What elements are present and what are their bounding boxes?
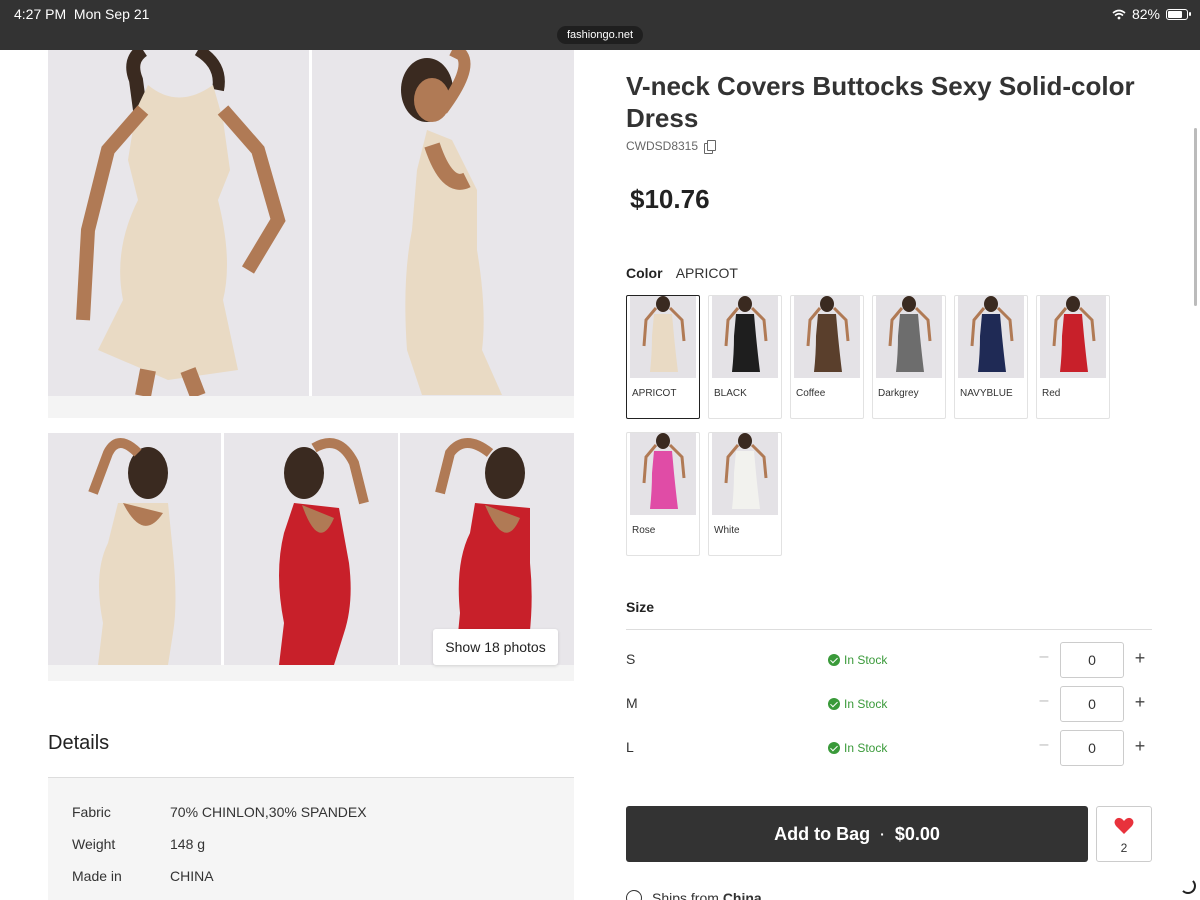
stock-text: In Stock bbox=[844, 697, 888, 711]
color-label: Color APRICOT bbox=[626, 265, 738, 281]
loading-spinner-icon bbox=[1180, 878, 1196, 894]
swatch-thumbnail bbox=[958, 296, 1024, 378]
product-price: $10.76 bbox=[630, 184, 710, 214]
clock-time: 4:27 PM bbox=[14, 6, 67, 22]
decrease-qty-button[interactable]: – bbox=[1036, 648, 1052, 668]
gallery-gap bbox=[48, 665, 574, 681]
swatch-thumbnail bbox=[1040, 296, 1106, 378]
swatch-thumbnail bbox=[630, 433, 696, 515]
increase-qty-button[interactable]: + bbox=[1130, 736, 1150, 756]
swatch-thumbnail bbox=[712, 433, 778, 515]
copy-icon[interactable] bbox=[704, 140, 717, 154]
selected-color: APRICOT bbox=[675, 265, 738, 281]
bag-total: $0.00 bbox=[894, 823, 940, 844]
increase-qty-button[interactable]: + bbox=[1130, 692, 1150, 712]
ships-from: Ships from China bbox=[626, 890, 762, 900]
ships-prefix: Ships from bbox=[652, 890, 719, 900]
check-circle-icon bbox=[828, 654, 840, 666]
color-swatch-apricot[interactable]: APRICOT bbox=[626, 295, 700, 419]
gallery-gap bbox=[48, 396, 574, 418]
wifi-icon bbox=[1112, 9, 1126, 19]
globe-icon bbox=[626, 890, 642, 900]
status-bar: 4:27 PM Mon Sep 21 82% fashiongo.net bbox=[0, 0, 1200, 50]
product-photo-back[interactable] bbox=[312, 50, 574, 396]
swatch-label: BLACK bbox=[714, 388, 747, 399]
detail-value: 148 g bbox=[170, 836, 206, 852]
check-circle-icon bbox=[828, 698, 840, 710]
status-time: 4:27 PM Mon Sep 21 bbox=[14, 6, 149, 22]
add-to-bag-label: Add to Bag bbox=[774, 823, 871, 844]
sku-text: CWDSD8315 bbox=[626, 139, 699, 153]
decrease-qty-button[interactable]: – bbox=[1036, 736, 1052, 756]
status-right: 82% bbox=[1112, 6, 1191, 22]
show-photos-button[interactable]: Show 18 photos bbox=[433, 629, 558, 665]
stock-status: In Stock bbox=[828, 653, 887, 667]
swatch-thumbnail bbox=[712, 296, 778, 378]
size-heading: Size bbox=[626, 599, 655, 615]
stock-status: In Stock bbox=[828, 741, 887, 755]
details-table: Fabric 70% CHINLON,30% SPANDEX Weight 14… bbox=[48, 777, 574, 900]
color-heading: Color bbox=[626, 265, 663, 281]
size-divider bbox=[626, 629, 1152, 630]
size-row-l: L In Stock – + bbox=[626, 730, 1152, 766]
ships-origin: China bbox=[722, 890, 762, 900]
stock-text: In Stock bbox=[844, 741, 888, 755]
swatch-label: Darkgrey bbox=[878, 388, 919, 399]
product-title: V-neck Covers Buttocks Sexy Solid-color … bbox=[626, 71, 1135, 133]
color-swatch-navyblue[interactable]: NAVYBLUE bbox=[954, 295, 1028, 419]
swatch-thumbnail bbox=[876, 296, 942, 378]
swatch-thumbnail bbox=[630, 296, 696, 378]
size-row-m: M In Stock – + bbox=[626, 686, 1152, 722]
wishlist-count: 2 bbox=[1120, 841, 1128, 855]
product-photo-side-apricot[interactable] bbox=[48, 433, 221, 665]
clock-date: Mon Sep 21 bbox=[73, 6, 150, 22]
detail-key: Fabric bbox=[72, 804, 111, 820]
color-swatch-darkgrey[interactable]: Darkgrey bbox=[872, 295, 946, 419]
size-row-s: S In Stock – + bbox=[626, 642, 1152, 678]
decrease-qty-button[interactable]: – bbox=[1036, 692, 1052, 712]
details-heading: Details bbox=[48, 732, 110, 754]
swatch-label: Red bbox=[1042, 388, 1061, 399]
wishlist-button[interactable]: 2 bbox=[1096, 806, 1152, 862]
page-scrollbar[interactable] bbox=[1194, 128, 1197, 306]
color-swatch-rose[interactable]: Rose bbox=[626, 432, 700, 556]
color-swatch-coffee[interactable]: Coffee bbox=[790, 295, 864, 419]
product-photo-red-back[interactable] bbox=[224, 433, 398, 665]
swatch-label: APRICOT bbox=[632, 388, 677, 399]
separator-dot: · bbox=[880, 826, 885, 842]
swatch-thumbnail bbox=[794, 296, 860, 378]
product-photo-front[interactable] bbox=[48, 50, 309, 396]
color-swatch-red[interactable]: Red bbox=[1036, 295, 1110, 419]
size-name: S bbox=[626, 651, 636, 667]
detail-value: 70% CHINLON,30% SPANDEX bbox=[170, 804, 367, 820]
heart-icon bbox=[1114, 817, 1134, 834]
swatch-label: Coffee bbox=[796, 388, 826, 399]
stock-text: In Stock bbox=[844, 653, 888, 667]
quantity-input[interactable] bbox=[1060, 642, 1124, 678]
check-circle-icon bbox=[828, 742, 840, 754]
size-name: L bbox=[626, 739, 634, 755]
quantity-input[interactable] bbox=[1060, 730, 1124, 766]
swatch-label: Rose bbox=[632, 525, 656, 536]
swatch-label: White bbox=[714, 525, 740, 536]
stock-status: In Stock bbox=[828, 697, 887, 711]
color-swatch-white[interactable]: White bbox=[708, 432, 782, 556]
increase-qty-button[interactable]: + bbox=[1130, 648, 1150, 668]
color-swatch-black[interactable]: BLACK bbox=[708, 295, 782, 419]
add-to-bag-button[interactable]: Add to Bag · $0.00 bbox=[626, 806, 1088, 862]
battery-percent: 82% bbox=[1131, 6, 1160, 22]
quantity-input[interactable] bbox=[1060, 686, 1124, 722]
swatch-label: NAVYBLUE bbox=[960, 388, 1013, 399]
detail-key: Weight bbox=[72, 836, 116, 852]
detail-value: CHINA bbox=[170, 868, 214, 884]
battery-icon bbox=[1166, 8, 1191, 20]
size-name: M bbox=[626, 695, 638, 711]
product-sku: CWDSD8315 bbox=[626, 139, 717, 154]
url-bar[interactable]: fashiongo.net bbox=[557, 26, 644, 44]
detail-key: Made in bbox=[72, 868, 122, 884]
